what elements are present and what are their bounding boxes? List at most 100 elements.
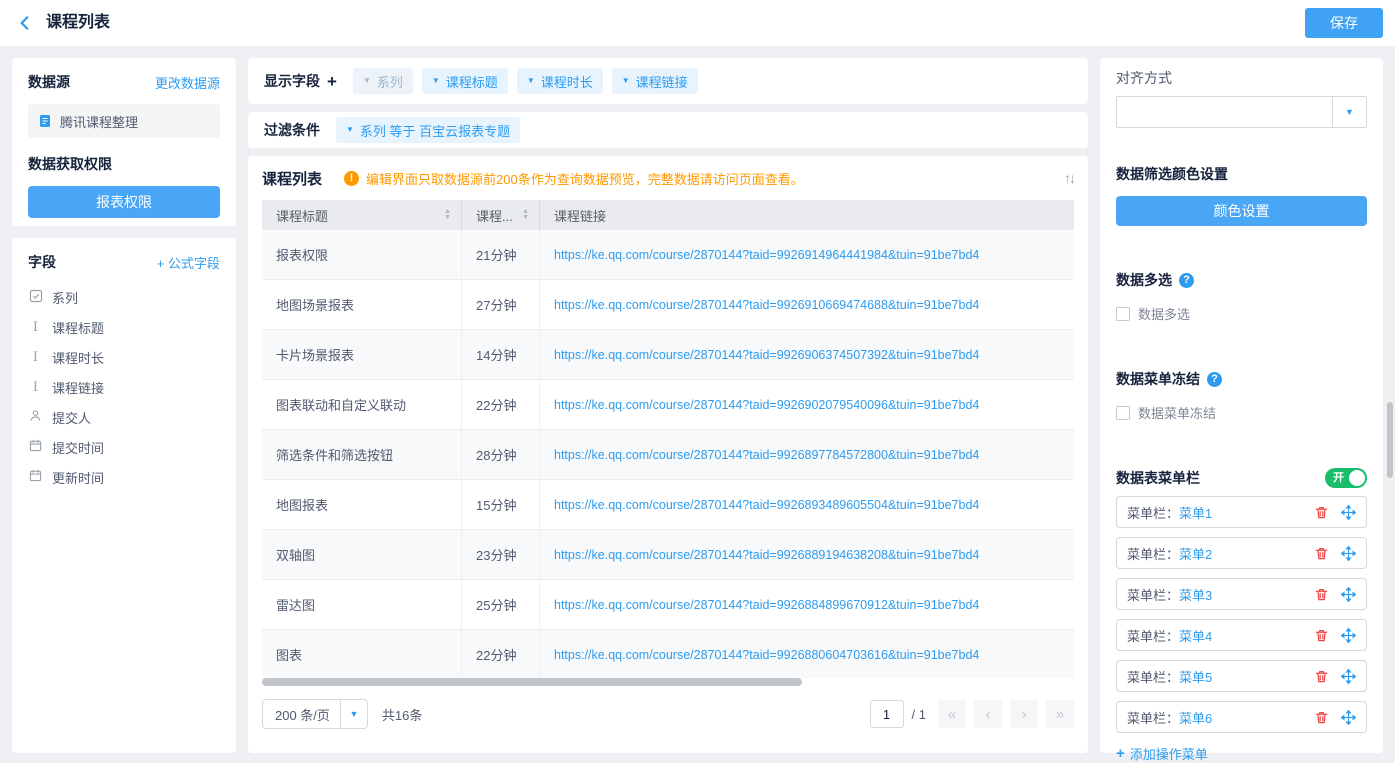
field-item-course-duration[interactable]: I课程时长 xyxy=(28,342,220,372)
sort-icon[interactable]: ▲▼ xyxy=(444,209,451,221)
move-icon xyxy=(1341,505,1356,520)
add-formula-field-link[interactable]: + 公式字段 xyxy=(157,253,220,272)
cell-course-title: 报表权限 xyxy=(262,230,462,279)
menu-bar-item[interactable]: 菜单栏：菜单5 xyxy=(1116,660,1367,692)
menu-bar-toggle[interactable]: 开 xyxy=(1325,468,1367,488)
calendar-icon xyxy=(28,439,43,455)
help-icon[interactable]: ? xyxy=(1207,372,1222,387)
cell-course-link[interactable]: https://ke.qq.com/course/2870144?taid=99… xyxy=(540,330,1074,379)
field-item-course-title[interactable]: I课程标题 xyxy=(28,312,220,342)
cell-course-link[interactable]: https://ke.qq.com/course/2870144?taid=99… xyxy=(540,630,1074,678)
cell-course-duration: 27分钟 xyxy=(462,280,540,329)
page-title: 课程列表 xyxy=(46,0,110,46)
delete-menu-button[interactable] xyxy=(1314,505,1329,520)
cell-course-duration: 21分钟 xyxy=(462,230,540,279)
move-icon xyxy=(1341,669,1356,684)
field-item-series[interactable]: 系列 xyxy=(28,282,220,312)
text-field-icon: I xyxy=(28,350,43,365)
previous-page-button[interactable]: ‹ xyxy=(974,700,1002,728)
cell-course-link[interactable]: https://ke.qq.com/course/2870144?taid=99… xyxy=(540,380,1074,429)
cell-course-link[interactable]: https://ke.qq.com/course/2870144?taid=99… xyxy=(540,280,1074,329)
cell-course-title: 筛选条件和筛选按钮 xyxy=(262,430,462,479)
checkbox-icon xyxy=(1116,307,1130,321)
course-table-panel: 课程列表 ! 编辑界面只取数据源前200条作为查询数据预览，完整数据请访问页面查… xyxy=(248,156,1088,753)
menu-freeze-checkbox[interactable]: 数据菜单冻结 xyxy=(1116,403,1367,422)
plus-icon: + xyxy=(1116,745,1125,762)
cell-course-link[interactable]: https://ke.qq.com/course/2870144?taid=99… xyxy=(540,430,1074,479)
delete-menu-button[interactable] xyxy=(1314,628,1329,643)
page-size-select[interactable]: 200 条/页 ▼ xyxy=(262,699,368,729)
menu-bar-item[interactable]: 菜单栏：菜单6 xyxy=(1116,701,1367,733)
settings-panel: 对齐方式 ▼ 数据筛选颜色设置 颜色设置 数据多选 ? 数据多选 数据菜单冻结 … xyxy=(1100,58,1383,753)
move-menu-button[interactable] xyxy=(1341,505,1356,520)
chevron-down-icon: ▼ xyxy=(341,709,367,719)
page-total: / 1 xyxy=(912,707,926,722)
align-select-value xyxy=(1117,97,1332,127)
field-item-submitter[interactable]: 提交人 xyxy=(28,402,220,432)
page-number-input[interactable]: 1 xyxy=(870,700,904,728)
delete-menu-button[interactable] xyxy=(1314,546,1329,561)
display-field-chip-course-title[interactable]: ▼ 课程标题 xyxy=(422,68,508,94)
menu-freeze-title: 数据菜单冻结 ? xyxy=(1116,369,1367,389)
delete-menu-button[interactable] xyxy=(1314,710,1329,725)
next-page-button[interactable]: › xyxy=(1010,700,1038,728)
cell-course-link[interactable]: https://ke.qq.com/course/2870144?taid=99… xyxy=(540,480,1074,529)
cell-course-link[interactable]: https://ke.qq.com/course/2870144?taid=99… xyxy=(540,580,1074,629)
table-row: 地图报表 15分钟 https://ke.qq.com/course/28701… xyxy=(262,480,1074,530)
preview-notice-text: 编辑界面只取数据源前200条作为查询数据预览，完整数据请访问页面查看。 xyxy=(366,169,804,188)
field-item-update-time[interactable]: 更新时间 xyxy=(28,462,220,492)
save-button[interactable]: 保存 xyxy=(1305,8,1383,38)
move-menu-button[interactable] xyxy=(1341,587,1356,602)
move-menu-button[interactable] xyxy=(1341,710,1356,725)
page-size-value: 200 条/页 xyxy=(263,705,340,724)
cell-course-title: 图表联动和自定义联动 xyxy=(262,380,462,429)
column-header-course-title[interactable]: 课程标题 ▲▼ xyxy=(262,200,462,230)
field-item-submit-time[interactable]: 提交时间 xyxy=(28,432,220,462)
table-header: 课程标题 ▲▼ 课程... ▲▼ 课程链接 xyxy=(262,200,1074,230)
display-field-chip-course-duration[interactable]: ▼ 课程时长 xyxy=(517,68,603,94)
multi-select-checkbox[interactable]: 数据多选 xyxy=(1116,304,1367,323)
vertical-scrollbar[interactable] xyxy=(1387,402,1393,478)
column-header-course-duration[interactable]: 课程... ▲▼ xyxy=(462,200,540,230)
display-field-chip-series[interactable]: ▼ 系列 xyxy=(353,68,413,94)
trash-icon xyxy=(1314,710,1329,725)
horizontal-scrollbar-track xyxy=(262,678,1074,686)
move-menu-button[interactable] xyxy=(1341,628,1356,643)
sort-order-icon[interactable]: ↑↓ xyxy=(1064,170,1074,186)
cell-course-link[interactable]: https://ke.qq.com/course/2870144?taid=99… xyxy=(540,530,1074,579)
cell-course-link[interactable]: https://ke.qq.com/course/2870144?taid=99… xyxy=(540,230,1074,279)
menu-bar-item[interactable]: 菜单栏：菜单1 xyxy=(1116,496,1367,528)
back-button[interactable] xyxy=(16,14,34,32)
horizontal-scrollbar[interactable] xyxy=(262,678,802,686)
filter-condition-chip[interactable]: ▼ 系列 等于 百宝云报表专题 xyxy=(336,117,520,143)
field-item-course-link[interactable]: I课程链接 xyxy=(28,372,220,402)
select-field-icon xyxy=(28,289,43,306)
move-menu-button[interactable] xyxy=(1341,546,1356,561)
color-settings-button[interactable]: 颜色设置 xyxy=(1116,196,1367,226)
menu-bar-title: 数据表菜单栏 xyxy=(1116,468,1200,488)
add-operation-menu-link[interactable]: + 添加操作菜单 xyxy=(1116,744,1208,763)
move-icon xyxy=(1341,587,1356,602)
move-menu-button[interactable] xyxy=(1341,669,1356,684)
menu-bar-item[interactable]: 菜单栏：菜单4 xyxy=(1116,619,1367,651)
display-field-chip-course-link[interactable]: ▼ 课程链接 xyxy=(612,68,698,94)
sort-icon[interactable]: ▲▼ xyxy=(522,209,529,221)
chip-label: 课程时长 xyxy=(541,72,593,91)
cell-course-title: 地图报表 xyxy=(262,480,462,529)
table-row: 地图场景报表 27分钟 https://ke.qq.com/course/287… xyxy=(262,280,1074,330)
menu-bar-item[interactable]: 菜单栏：菜单3 xyxy=(1116,578,1367,610)
change-datasource-link[interactable]: 更改数据源 xyxy=(155,73,220,92)
chevron-down-icon: ▼ xyxy=(622,77,630,85)
align-select[interactable]: ▼ xyxy=(1116,96,1367,128)
first-page-button[interactable]: « xyxy=(938,700,966,728)
table-row: 筛选条件和筛选按钮 28分钟 https://ke.qq.com/course/… xyxy=(262,430,1074,480)
last-page-button[interactable]: » xyxy=(1046,700,1074,728)
delete-menu-button[interactable] xyxy=(1314,587,1329,602)
help-icon[interactable]: ? xyxy=(1179,273,1194,288)
add-display-field-button[interactable]: + xyxy=(327,73,337,90)
menu-bar-item[interactable]: 菜单栏：菜单2 xyxy=(1116,537,1367,569)
report-permission-button[interactable]: 报表权限 xyxy=(28,186,220,218)
delete-menu-button[interactable] xyxy=(1314,669,1329,684)
datasource-item[interactable]: 腾讯课程整理 xyxy=(28,104,220,138)
chevron-down-icon: ▼ xyxy=(363,77,371,85)
